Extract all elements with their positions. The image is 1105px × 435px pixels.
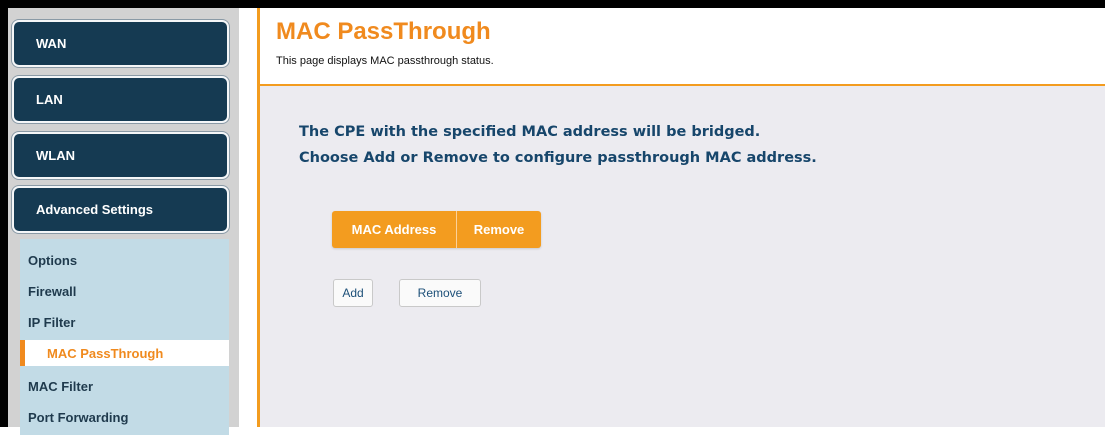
- window-left-border: [0, 0, 8, 427]
- mac-table-header: MAC Address Remove: [332, 211, 541, 248]
- page-header: MAC PassThrough This page displays MAC p…: [260, 8, 1105, 84]
- advanced-settings-submenu: Options Firewall IP Filter MAC PassThrou…: [20, 239, 229, 435]
- page-title: MAC PassThrough: [276, 18, 491, 45]
- column-header-remove: Remove: [473, 222, 525, 237]
- submenu-item-options[interactable]: Options: [20, 247, 229, 273]
- info-text-bridged: The CPE with the specified MAC address w…: [299, 124, 761, 140]
- nav-wlan-button[interactable]: WLAN: [12, 132, 229, 179]
- sidebar: WAN LAN WLAN Advanced Settings Options F…: [8, 8, 239, 435]
- add-button[interactable]: Add: [333, 279, 373, 307]
- column-header-mac-address: MAC Address: [332, 211, 457, 248]
- window-top-border: [0, 0, 1105, 8]
- submenu-item-firewall[interactable]: Firewall: [20, 278, 229, 304]
- submenu-item-ip-filter[interactable]: IP Filter: [20, 309, 229, 335]
- main-content: The CPE with the specified MAC address w…: [260, 86, 1105, 427]
- info-text-configure: Choose Add or Remove to configure passth…: [299, 150, 817, 166]
- nav-wan-button[interactable]: WAN: [12, 20, 229, 67]
- submenu-item-mac-filter[interactable]: MAC Filter: [20, 373, 229, 399]
- submenu-item-mac-passthrough[interactable]: MAC PassThrough: [20, 340, 229, 366]
- remove-button[interactable]: Remove: [399, 279, 481, 307]
- submenu-item-port-forwarding[interactable]: Port Forwarding: [20, 404, 229, 430]
- page-subtitle: This page displays MAC passthrough statu…: [276, 55, 494, 67]
- nav-lan-button[interactable]: LAN: [12, 76, 229, 123]
- nav-advanced-settings-button[interactable]: Advanced Settings: [12, 186, 229, 233]
